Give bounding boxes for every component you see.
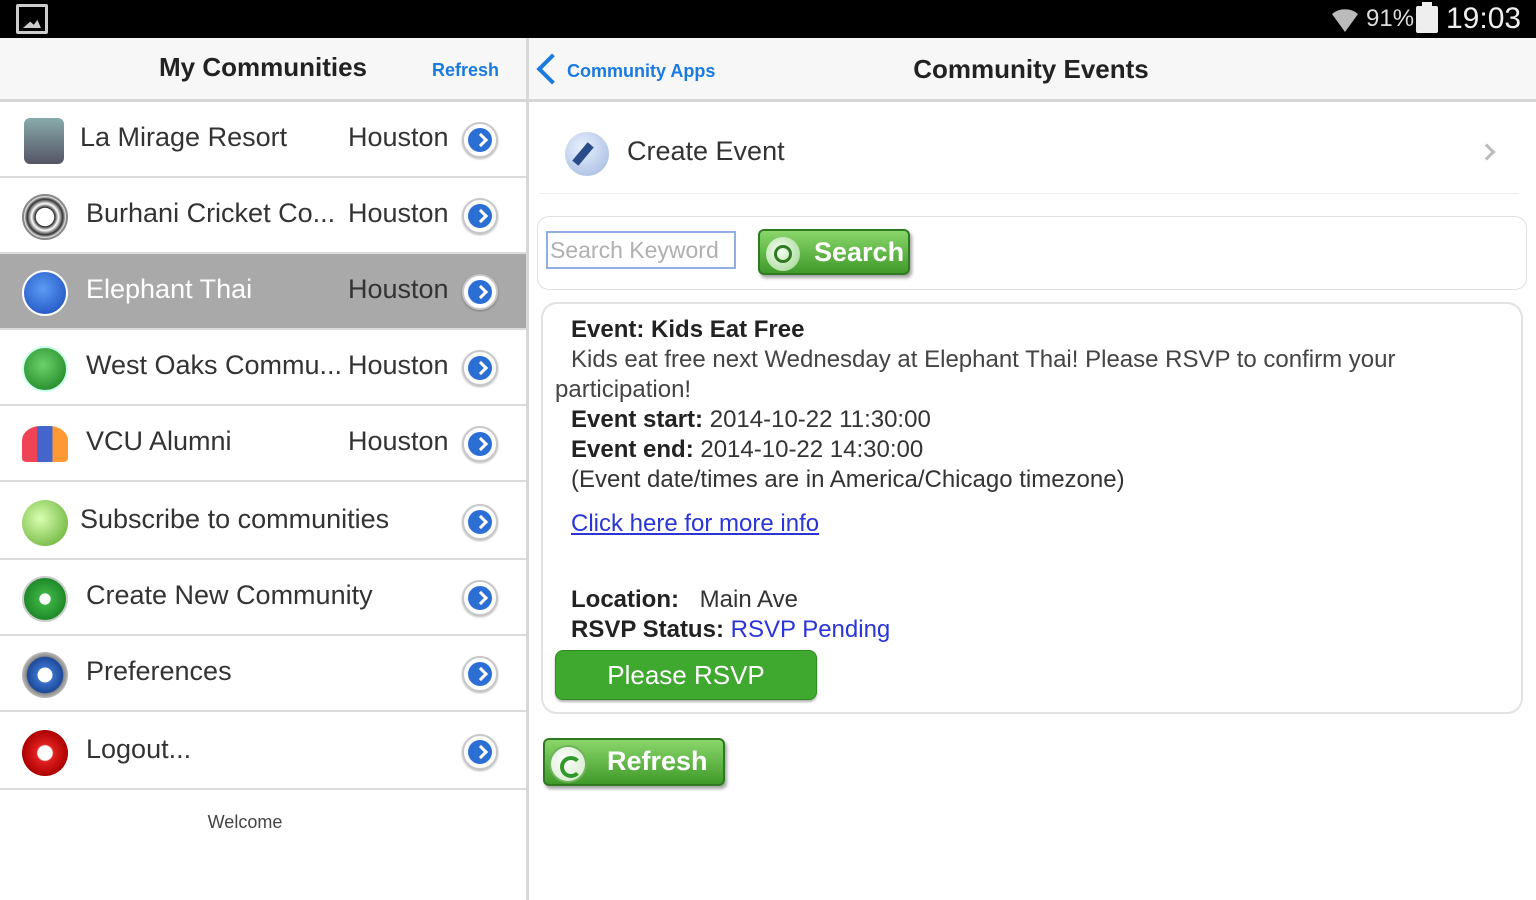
action-label: Subscribe to communities bbox=[80, 504, 390, 534]
event-end-line: Event end: 2014-10-22 14:30:00 bbox=[571, 436, 923, 464]
community-name: Burhani Cricket Co... bbox=[86, 198, 336, 228]
location-label: Location: bbox=[571, 586, 679, 613]
community-city: Houston bbox=[348, 274, 449, 304]
plus-icon bbox=[22, 576, 68, 622]
search-icon bbox=[22, 500, 68, 546]
event-title-line: Event: Kids Eat Free bbox=[571, 316, 804, 344]
rsvp-status-label: RSVP Status: bbox=[571, 616, 724, 643]
event-end-value: 2014-10-22 14:30:00 bbox=[700, 436, 924, 463]
communities-panel: My Communities Refresh La Mirage Resort … bbox=[0, 38, 526, 900]
create-event-label: Create Event bbox=[627, 136, 785, 166]
house-icon bbox=[22, 346, 68, 392]
chevron-right-icon[interactable] bbox=[462, 198, 498, 234]
chevron-right-icon[interactable] bbox=[462, 122, 498, 158]
battery-percent: 91% bbox=[1366, 5, 1415, 32]
event-start-value: 2014-10-22 11:30:00 bbox=[709, 406, 931, 433]
wifi-icon bbox=[1332, 9, 1358, 32]
events-panel: Community Events Community Apps Create E… bbox=[529, 38, 1536, 900]
events-header: Community Events Community Apps bbox=[529, 38, 1536, 102]
chevron-right-icon bbox=[1478, 143, 1496, 161]
location-line: Location: Main Ave bbox=[571, 586, 798, 614]
event-card: Event: Kids Eat Free Kids eat free next … bbox=[541, 302, 1523, 714]
community-row-burhani[interactable]: Burhani Cricket Co... Houston bbox=[0, 178, 526, 254]
event-start-line: Event start: 2014-10-22 11:30:00 bbox=[571, 406, 931, 434]
logout-row[interactable]: Logout... bbox=[0, 714, 526, 790]
search-icon bbox=[766, 237, 800, 271]
chevron-right-icon[interactable] bbox=[462, 274, 498, 310]
community-city: Houston bbox=[348, 122, 449, 152]
rsvp-button[interactable]: Please RSVP bbox=[555, 650, 817, 700]
create-event-row[interactable]: Create Event bbox=[539, 114, 1519, 194]
subscribe-communities-row[interactable]: Subscribe to communities bbox=[0, 484, 526, 560]
refresh-icon bbox=[549, 745, 587, 783]
event-description-cont: participation! bbox=[555, 376, 692, 403]
chevron-right-icon[interactable] bbox=[462, 734, 498, 770]
chevron-right-icon[interactable] bbox=[462, 350, 498, 386]
people-icon bbox=[22, 426, 68, 462]
power-icon bbox=[22, 730, 68, 776]
more-info-link[interactable]: Click here for more info bbox=[571, 510, 819, 538]
chevron-right-icon[interactable] bbox=[462, 580, 498, 616]
back-button[interactable]: Community Apps bbox=[535, 53, 735, 90]
community-city: Houston bbox=[348, 198, 449, 228]
communities-header: My Communities Refresh bbox=[0, 38, 526, 102]
rsvp-status-line: RSVP Status: RSVP Pending bbox=[571, 616, 890, 644]
search-input[interactable] bbox=[546, 231, 736, 269]
community-city: Houston bbox=[348, 350, 449, 380]
search-button-label: Search bbox=[814, 237, 905, 267]
chevron-right-icon[interactable] bbox=[462, 426, 498, 462]
community-row-la-mirage[interactable]: La Mirage Resort Houston bbox=[0, 102, 526, 178]
community-name: La Mirage Resort bbox=[80, 122, 288, 152]
gear-icon bbox=[22, 652, 68, 698]
building-icon bbox=[24, 118, 64, 164]
event-start-label: Event start: bbox=[571, 406, 704, 433]
refresh-button[interactable]: Refresh bbox=[543, 738, 725, 786]
community-row-vcu-alumni[interactable]: VCU Alumni Houston bbox=[0, 406, 526, 482]
chevron-right-icon[interactable] bbox=[462, 504, 498, 540]
action-label: Create New Community bbox=[86, 580, 373, 610]
chevron-left-icon bbox=[536, 53, 568, 85]
community-row-west-oaks[interactable]: West Oaks Commu... Houston bbox=[0, 330, 526, 406]
event-end-label: Event end: bbox=[571, 436, 694, 463]
community-city: Houston bbox=[348, 426, 449, 456]
action-label: Logout... bbox=[86, 734, 192, 764]
timezone-note: (Event date/times are in America/Chicago… bbox=[571, 466, 1125, 493]
gallery-notification-icon bbox=[16, 4, 48, 34]
community-name: VCU Alumni bbox=[86, 426, 232, 456]
preferences-row[interactable]: Preferences bbox=[0, 636, 526, 712]
search-bar: Search bbox=[537, 216, 1527, 290]
pencil-icon bbox=[565, 132, 609, 176]
action-label: Preferences bbox=[86, 656, 232, 686]
refresh-button-label: Refresh bbox=[607, 746, 708, 776]
back-label: Community Apps bbox=[567, 61, 716, 81]
refresh-link[interactable]: Refresh bbox=[432, 60, 499, 81]
location-value: Main Ave bbox=[699, 586, 798, 613]
community-name: West Oaks Commu... bbox=[86, 350, 343, 380]
status-bar: 91% 19:03 bbox=[0, 0, 1536, 38]
event-description: Kids eat free next Wednesday at Elephant… bbox=[571, 346, 1396, 373]
utensils-icon bbox=[22, 270, 68, 316]
battery-icon bbox=[1416, 2, 1438, 33]
welcome-text: Welcome bbox=[207, 812, 283, 832]
chevron-right-icon[interactable] bbox=[462, 656, 498, 692]
search-button[interactable]: Search bbox=[758, 229, 910, 275]
rsvp-status-value: RSVP Pending bbox=[730, 616, 891, 643]
event-title-label: Event: bbox=[571, 316, 645, 343]
clock: 19:03 bbox=[1446, 2, 1522, 35]
soccer-ball-icon bbox=[22, 194, 68, 240]
create-community-row[interactable]: Create New Community bbox=[0, 560, 526, 636]
event-title: Kids Eat Free bbox=[651, 316, 805, 343]
community-name: Elephant Thai bbox=[86, 274, 253, 304]
community-row-elephant-thai[interactable]: Elephant Thai Houston bbox=[0, 254, 526, 330]
